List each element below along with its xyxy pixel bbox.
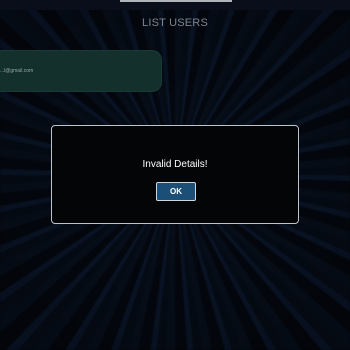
dialog-message: Invalid Details! bbox=[142, 159, 208, 170]
ok-button[interactable]: OK bbox=[156, 182, 196, 201]
alert-dialog: Invalid Details! OK bbox=[51, 125, 299, 224]
